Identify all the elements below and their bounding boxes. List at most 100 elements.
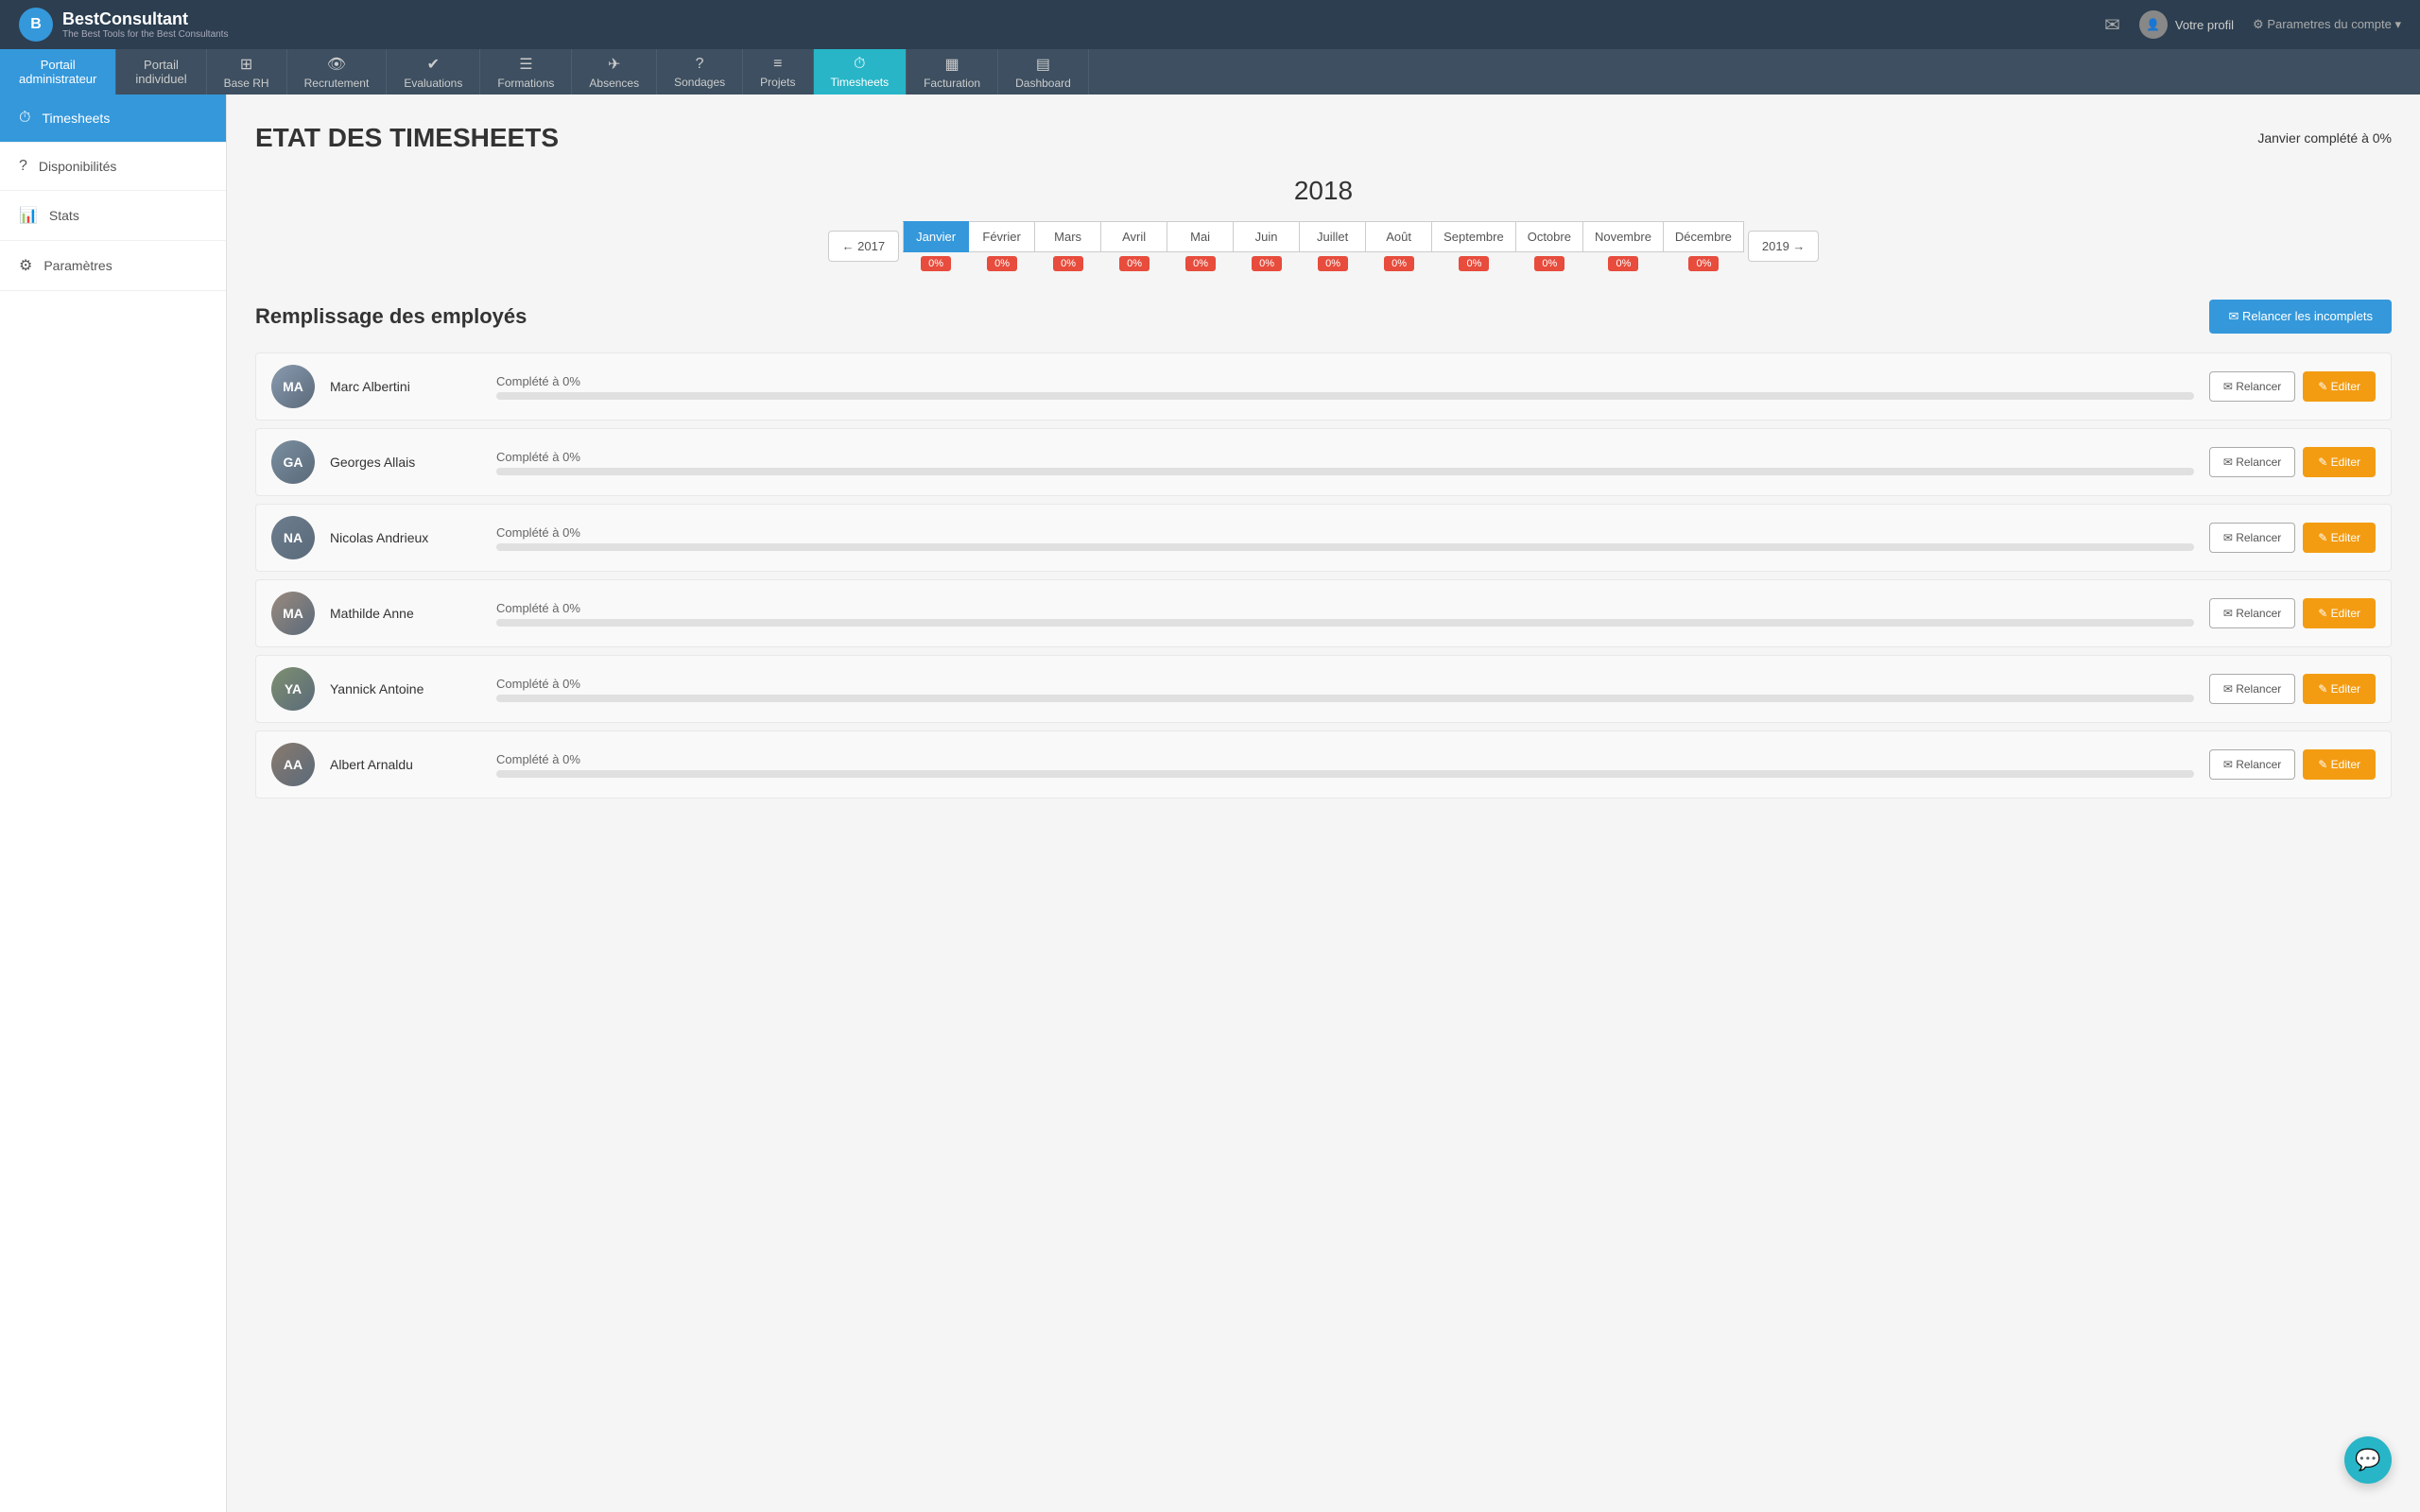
main-tab-absences[interactable]: ✈Absences (572, 49, 657, 94)
month-btn-avril[interactable]: Avril (1101, 221, 1167, 252)
main-tab-dashboard[interactable]: ▤Dashboard (998, 49, 1089, 94)
relancer-button[interactable]: ✉ Relancer (2209, 447, 2295, 477)
month-btn-octobre[interactable]: Octobre (1516, 221, 1583, 252)
logo-area: B BestConsultant The Best Tools for the … (19, 8, 228, 42)
mail-icon[interactable]: ✉ (2104, 13, 2120, 37)
sidebar-item-disponibilites[interactable]: ? Disponibilités (0, 143, 226, 191)
main-tab-projets[interactable]: ≡Projets (743, 49, 813, 94)
top-bar: B BestConsultant The Best Tools for the … (0, 0, 2420, 49)
month-btn-décembre[interactable]: Décembre (1664, 221, 1744, 252)
month-btn-août[interactable]: Août (1366, 221, 1432, 252)
employee-avatar: YA (271, 667, 315, 711)
progress-bar-bg (496, 770, 2194, 778)
table-row: MA Mathilde Anne Complété à 0% ✉ Relance… (255, 579, 2392, 647)
main-tab-sondages[interactable]: ? Sondages (657, 49, 743, 94)
sidebar-item-parametres[interactable]: ⚙Paramètres (0, 241, 226, 291)
avatar-image: YA (271, 667, 315, 711)
sidebar-item-timesheets[interactable]: ⏱ Timesheets (0, 94, 226, 143)
relancer-button[interactable]: ✉ Relancer (2209, 371, 2295, 402)
chat-bubble[interactable]: 💬 (2344, 1436, 2392, 1484)
months-container: Janvier 0% Février 0% Mars 0% Avril 0% Mai 0% Juin… (903, 221, 1744, 271)
timesheets-icon: ⏱ (19, 110, 30, 127)
portal-tabs: Portailadministrateur Portailindividuel (0, 49, 207, 94)
progress-bar-bg (496, 468, 2194, 475)
sidebar: ⏱ Timesheets? Disponibilités 📊Stats⚙Paramèt… (0, 94, 227, 1512)
params-label: Parametres du compte (2267, 17, 2392, 31)
month-btn-janvier[interactable]: Janvier (903, 221, 969, 252)
employees-header: Remplissage des employés ✉ Relancer les … (255, 300, 2392, 334)
avatar-image: MA (271, 592, 315, 635)
main-tab-base-rh[interactable]: ⊞Base RH (207, 49, 287, 94)
params-area[interactable]: ⚙ Parametres du compte ▾ (2253, 17, 2401, 32)
main-tabs: ⊞Base RH👁Recrutement✔Evaluations☰Formati… (207, 49, 2420, 94)
relancer-all-button[interactable]: ✉ Relancer les incomplets (2209, 300, 2392, 334)
month-badge-9: 0% (1534, 256, 1564, 271)
month-col-6: Juillet 0% (1300, 221, 1366, 271)
main-tab-label: Sondages (674, 76, 725, 89)
editer-button[interactable]: ✎ Editer (2303, 371, 2376, 402)
editer-button[interactable]: ✎ Editer (2303, 674, 2376, 704)
month-col-9: Octobre 0% (1516, 221, 1583, 271)
month-btn-février[interactable]: Février (969, 221, 1035, 252)
month-badge-0: 0% (921, 256, 951, 271)
month-badge-11: 0% (1688, 256, 1719, 271)
gear-icon: ⚙ (2253, 17, 2267, 31)
month-btn-juillet[interactable]: Juillet (1300, 221, 1366, 252)
month-btn-novembre[interactable]: Novembre (1583, 221, 1664, 252)
table-row: YA Yannick Antoine Complété à 0% ✉ Relan… (255, 655, 2392, 723)
month-col-5: Juin0% (1234, 221, 1300, 271)
main-tab-recrutement[interactable]: 👁Recrutement (287, 49, 388, 94)
sidebar-item-label: Disponibilités (39, 159, 116, 174)
main-tab-label: Projets (760, 76, 795, 89)
month-badge-6: 0% (1318, 256, 1348, 271)
brand-name: BestConsultant (62, 9, 228, 29)
main-tab-facturation[interactable]: ▦Facturation (907, 49, 998, 94)
portal-tab-admin[interactable]: Portailadministrateur (0, 49, 116, 94)
progress-bar-bg (496, 695, 2194, 702)
next-year-btn[interactable]: 2019 → (1748, 231, 1820, 262)
month-btn-juin[interactable]: Juin (1234, 221, 1300, 252)
table-row: NA Nicolas Andrieux Complété à 0% ✉ Rela… (255, 504, 2392, 572)
relancer-button[interactable]: ✉ Relancer (2209, 523, 2295, 553)
main-tab-timesheets[interactable]: ⏱Timesheets (814, 49, 908, 94)
portal-tab-individual[interactable]: Portailindividuel (116, 49, 206, 94)
profile-area[interactable]: 👤 Votre profil (2139, 10, 2234, 39)
prev-year-btn[interactable]: ← 2017 (828, 231, 900, 262)
month-btn-mars[interactable]: Mars (1035, 221, 1101, 252)
sidebar-item-stats[interactable]: 📊Stats (0, 191, 226, 241)
dashboard-icon: ▤ (1036, 55, 1050, 74)
employee-status: Complété à 0% (496, 677, 2194, 691)
month-btn-septembre[interactable]: Septembre (1432, 221, 1516, 252)
employee-name: Nicolas Andrieux (330, 530, 481, 545)
main-tab-label: Timesheets (831, 76, 890, 89)
editer-button[interactable]: ✎ Editer (2303, 749, 2376, 780)
recrutement-icon: 👁 (327, 55, 346, 74)
employee-avatar: MA (271, 365, 315, 408)
month-badge-1: 0% (987, 256, 1017, 271)
employee-avatar: GA (271, 440, 315, 484)
editer-button[interactable]: ✎ Editer (2303, 447, 2376, 477)
disponibilites-icon: ? (19, 158, 27, 175)
employee-status: Complété à 0% (496, 601, 2194, 615)
relancer-button[interactable]: ✉ Relancer (2209, 598, 2295, 628)
main-tab-evaluations[interactable]: ✔Evaluations (387, 49, 480, 94)
progress-bar-bg (496, 392, 2194, 400)
employee-avatar: MA (271, 592, 315, 635)
month-badge-7: 0% (1384, 256, 1414, 271)
relancer-button[interactable]: ✉ Relancer (2209, 749, 2295, 780)
year-label: 2018 (255, 176, 2392, 206)
sidebar-item-label: Timesheets (42, 111, 110, 126)
progress-bar-bg (496, 543, 2194, 551)
page-title: ETAT DES TIMESHEETS (255, 123, 559, 153)
month-btn-mai[interactable]: Mai (1167, 221, 1234, 252)
sidebar-item-label: Paramètres (43, 258, 112, 273)
employee-name: Georges Allais (330, 455, 481, 470)
main-tab-formations[interactable]: ☰Formations (480, 49, 572, 94)
editer-button[interactable]: ✎ Editer (2303, 598, 2376, 628)
table-row: GA Georges Allais Complété à 0% ✉ Relanc… (255, 428, 2392, 496)
sondages-icon: ? (696, 56, 704, 73)
relancer-button[interactable]: ✉ Relancer (2209, 674, 2295, 704)
main-content: ETAT DES TIMESHEETS Janvier complété à 0… (227, 94, 2420, 1512)
employee-avatar: NA (271, 516, 315, 559)
editer-button[interactable]: ✎ Editer (2303, 523, 2376, 553)
